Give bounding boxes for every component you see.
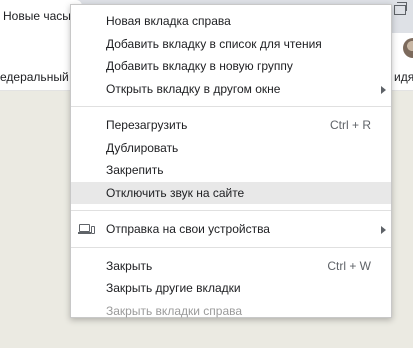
menu-item-label: Закрепить xyxy=(106,163,164,177)
menu-item-label: Перезагрузить xyxy=(106,118,188,132)
menu-item-add-to-new-group[interactable]: Добавить вкладку в новую группу xyxy=(71,55,391,78)
menu-item-label: Дублировать xyxy=(106,140,179,155)
menu-item-close-tabs-right: Закрыть вкладки справа xyxy=(71,300,391,323)
menu-item-add-to-reading-list[interactable]: Добавить вкладку в список для чтения xyxy=(71,33,391,56)
menu-item-label: Закрыть другие вкладки xyxy=(106,281,241,295)
menu-item-send-to-devices[interactable]: Отправка на свои устройства xyxy=(71,218,391,241)
menu-item-mute-site[interactable]: Отключить звук на сайте xyxy=(71,181,391,204)
menu-item-reload[interactable]: Перезагрузить Ctrl + R xyxy=(71,114,391,137)
tab-context-menu: Новая вкладка справа Добавить вкладку в … xyxy=(70,4,392,318)
menu-separator xyxy=(71,246,391,248)
shortcut-label: Ctrl + R xyxy=(329,118,371,132)
tab-title: Новые часы xyxy=(3,9,71,23)
menu-item-close-other-tabs[interactable]: Закрыть другие вкладки xyxy=(71,277,391,300)
menu-item-label: Отправка на свои устройства xyxy=(106,222,270,236)
bookmark-item-right[interactable]: идя xyxy=(394,70,413,84)
submenu-arrow-icon xyxy=(381,226,386,234)
menu-item-label: Новая вкладка справа xyxy=(106,14,231,28)
menu-item-move-to-another-window[interactable]: Открыть вкладку в другом окне xyxy=(71,78,391,101)
shortcut-label: Ctrl + W xyxy=(327,258,371,273)
menu-item-duplicate[interactable]: Дублировать xyxy=(71,137,391,160)
menu-item-new-tab-right[interactable]: Новая вкладка справа xyxy=(71,10,391,33)
submenu-arrow-icon xyxy=(381,85,386,94)
bookmark-item-left[interactable]: едеральный xyxy=(0,70,69,84)
menu-item-label: Закрыть вкладки справа xyxy=(106,303,243,318)
menu-item-label: Открыть вкладку в другом окне xyxy=(106,81,281,96)
menu-separator xyxy=(71,106,391,107)
menu-item-label: Добавить вкладку в новую группу xyxy=(106,59,293,73)
menu-item-label: Закрыть xyxy=(106,258,153,273)
menu-item-label: Добавить вкладку в список для чтения xyxy=(106,36,322,51)
devices-icon xyxy=(78,224,95,235)
menu-separator xyxy=(71,210,391,211)
restore-window-icon[interactable] xyxy=(394,2,407,15)
menu-item-pin[interactable]: Закрепить xyxy=(71,159,391,182)
menu-item-label: Отключить звук на сайте xyxy=(106,185,245,200)
menu-item-close[interactable]: Закрыть Ctrl + W xyxy=(71,255,391,278)
